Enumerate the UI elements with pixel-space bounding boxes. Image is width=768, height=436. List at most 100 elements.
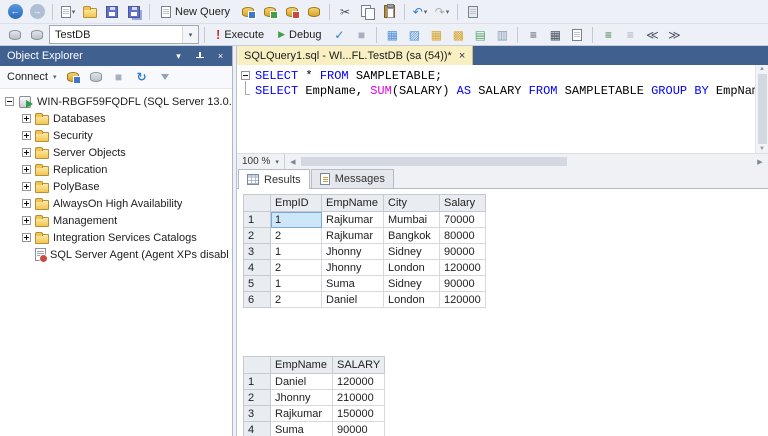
results-to-file-icon[interactable] — [567, 25, 587, 44]
grid-cell[interactable]: 80000 — [440, 228, 486, 244]
grid-cell[interactable]: Jhonny — [271, 390, 333, 406]
undo-icon[interactable]: ↶▾ — [410, 2, 430, 21]
scrollbar-thumb[interactable] — [301, 157, 567, 166]
grid-cell[interactable]: Suma — [322, 276, 384, 292]
grid-cell[interactable]: Rajkumar — [322, 212, 384, 228]
parse-icon[interactable]: ✓ — [329, 25, 349, 44]
grid-cell[interactable]: 2 — [271, 260, 322, 276]
cut-icon[interactable]: ✂ — [335, 2, 355, 21]
row-number-cell[interactable]: 3 — [244, 244, 271, 260]
tab-messages[interactable]: Messages — [311, 169, 394, 188]
grid-cell[interactable]: Mumbai — [384, 212, 440, 228]
grid-column-header[interactable]: City — [384, 195, 440, 212]
grid-column-header[interactable]: EmpName — [322, 195, 384, 212]
expand-icon[interactable] — [22, 148, 31, 157]
tree-item-replication[interactable]: Replication — [0, 161, 232, 178]
region-collapse-icon[interactable] — [241, 71, 250, 80]
editor-code[interactable]: SELECT * FROM SAMPLETABLE;SELECT EmpName… — [255, 65, 755, 153]
grid-cell[interactable]: Suma — [271, 422, 333, 436]
editor-horizontal-scrollbar[interactable]: ◀ ▶ — [285, 154, 768, 169]
grid-cell[interactable]: Sidney — [384, 244, 440, 260]
scroll-up-icon[interactable]: ▲ — [759, 66, 765, 72]
grid-column-header[interactable]: EmpName — [271, 357, 333, 374]
grid-cell[interactable]: 90000 — [440, 276, 486, 292]
new-dmx-query-icon[interactable] — [282, 2, 302, 21]
grid-cell[interactable]: 2 — [271, 228, 322, 244]
copy-icon[interactable] — [357, 2, 377, 21]
expand-icon[interactable] — [22, 233, 31, 242]
row-number-cell[interactable]: 4 — [244, 422, 271, 436]
expand-icon[interactable] — [22, 216, 31, 225]
grid-cell[interactable]: Jhonny — [322, 244, 384, 260]
redo-icon[interactable]: ↷▾ — [432, 2, 452, 21]
query-editor[interactable]: SELECT * FROM SAMPLETABLE;SELECT EmpName… — [237, 65, 768, 153]
grid-cell[interactable]: 90000 — [440, 244, 486, 260]
client-statistics-icon[interactable]: ▥ — [492, 25, 512, 44]
document-tab[interactable]: SQLQuery1.sql - WI...FL.TestDB (sa (54))… — [237, 46, 473, 65]
row-number-cell[interactable]: 2 — [244, 228, 271, 244]
close-icon[interactable]: × — [213, 49, 228, 64]
stop-icon[interactable]: ■ — [110, 68, 128, 87]
paste-icon[interactable] — [379, 2, 399, 21]
tree-item-alwayson-high-availability[interactable]: AlwaysOn High Availability — [0, 195, 232, 212]
navigate-forward-icon[interactable]: → — [27, 2, 47, 21]
results-to-grid-icon[interactable]: ▦ — [545, 25, 565, 44]
new-engine-query-icon[interactable] — [238, 2, 258, 21]
disconnect-server-icon[interactable] — [87, 68, 105, 87]
new-query-button[interactable]: New Query — [155, 2, 236, 21]
grid-cell[interactable]: 1 — [271, 244, 322, 260]
filter-icon[interactable] — [156, 68, 174, 87]
editor-vertical-scrollbar[interactable]: ▲ ▼ — [755, 65, 768, 153]
new-xmla-query-icon[interactable] — [304, 2, 324, 21]
grid-cell[interactable]: Sidney — [384, 276, 440, 292]
expand-icon[interactable] — [22, 199, 31, 208]
grid-cell[interactable]: Jhonny — [322, 260, 384, 276]
expand-icon[interactable] — [22, 114, 31, 123]
tree-item-management[interactable]: Management — [0, 212, 232, 229]
code-line[interactable]: SELECT EmpName, SUM(SALARY) AS SALARY FR… — [255, 83, 755, 98]
grid-cell[interactable]: London — [384, 260, 440, 276]
tree-item-sql-server-agent[interactable]: SQL Server Agent (Agent XPs disabl — [0, 246, 232, 263]
grid-cell[interactable]: 70000 — [440, 212, 486, 228]
tree-item-integration-services-catalogs[interactable]: Integration Services Catalogs — [0, 229, 232, 246]
grid-cell[interactable]: 120000 — [333, 374, 385, 390]
grid-cell[interactable]: 1 — [271, 276, 322, 292]
comment-icon[interactable]: ≡ — [598, 25, 618, 44]
tree-item-polybase[interactable]: PolyBase — [0, 178, 232, 195]
tree-item-server[interactable]: WIN-RBGF59FQDFL (SQL Server 13.0.16 — [0, 93, 232, 110]
chevron-down-icon[interactable]: ▾ — [182, 26, 198, 43]
results-to-text-icon[interactable]: ≡ — [523, 25, 543, 44]
chevron-down-icon[interactable]: ▾ — [171, 49, 186, 64]
connect-button[interactable]: Connect ▾ — [5, 68, 59, 87]
indent-icon[interactable]: ≫ — [664, 25, 684, 44]
grid-cell[interactable]: 150000 — [333, 406, 385, 422]
save-icon[interactable] — [102, 2, 122, 21]
scroll-down-icon[interactable]: ▼ — [759, 146, 765, 152]
scroll-right-icon[interactable]: ▶ — [752, 154, 768, 169]
connect-db-icon[interactable] — [5, 25, 25, 44]
pin-icon[interactable] — [192, 49, 207, 64]
change-connection-icon[interactable] — [27, 25, 47, 44]
grid-column-header[interactable]: SALARY — [333, 357, 385, 374]
grid-cell[interactable]: London — [384, 292, 440, 308]
grid-cell[interactable]: 120000 — [440, 260, 486, 276]
grid-cell[interactable]: 120000 — [440, 292, 486, 308]
grid-cell[interactable]: 210000 — [333, 390, 385, 406]
row-number-cell[interactable]: 4 — [244, 260, 271, 276]
row-number-cell[interactable]: 1 — [244, 212, 271, 228]
tree-item-security[interactable]: Security — [0, 127, 232, 144]
grid-column-header[interactable]: Salary — [440, 195, 486, 212]
grid-cell[interactable]: 90000 — [333, 422, 385, 436]
row-number-cell[interactable]: 2 — [244, 390, 271, 406]
expand-icon[interactable] — [22, 131, 31, 140]
live-query-stats-icon[interactable]: ▤ — [470, 25, 490, 44]
cancel-query-icon[interactable]: ■ — [351, 25, 371, 44]
refresh-icon[interactable]: ↻ — [133, 68, 151, 87]
grid-column-header[interactable]: EmpID — [271, 195, 322, 212]
zoom-control[interactable]: 100 % ▾ — [237, 154, 285, 169]
execute-button[interactable]: ! Execute — [210, 25, 270, 44]
outdent-icon[interactable]: ≪ — [642, 25, 662, 44]
grid-cell[interactable]: 1 — [271, 212, 322, 228]
row-number-cell[interactable]: 5 — [244, 276, 271, 292]
available-databases-combo[interactable]: TestDB ▾ — [49, 25, 199, 44]
